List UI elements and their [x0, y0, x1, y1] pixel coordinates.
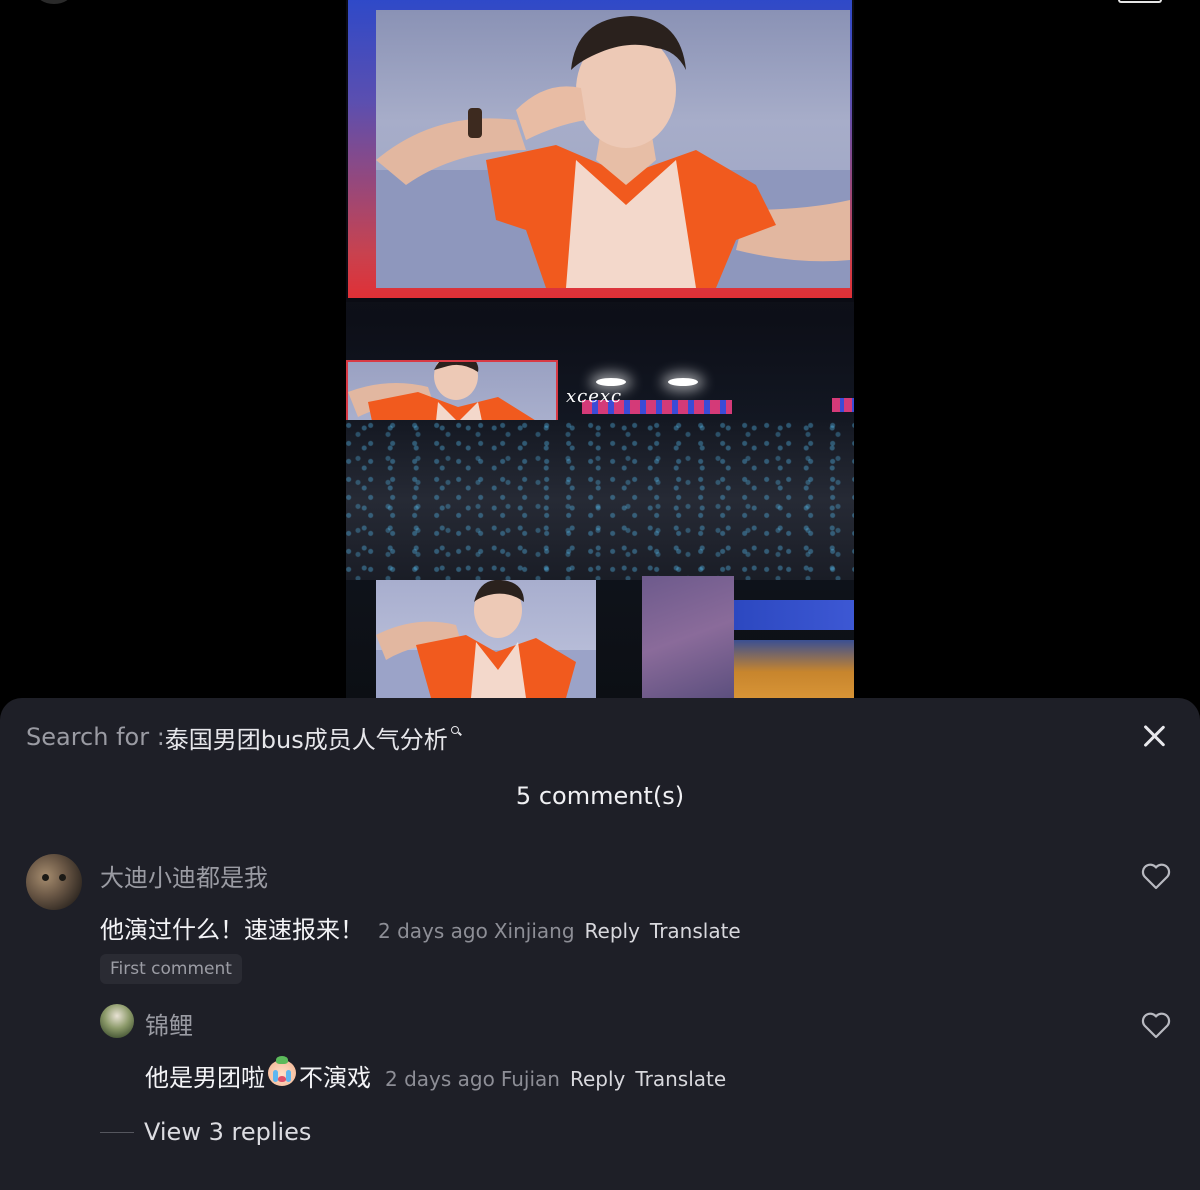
screen: xcexc Search for: 泰国男团bus成员人气分析 5 comme… [0, 0, 1200, 1190]
video-player[interactable]: xcexc [346, 0, 854, 698]
performer-image [376, 16, 850, 288]
search-prefix-label: Search for : [26, 723, 165, 751]
comment-text: 他是男团啦 [145, 1064, 265, 1092]
view-replies-button[interactable]: View 3 replies [100, 1118, 311, 1146]
view-replies-label: View 3 replies [144, 1118, 312, 1146]
like-heart-icon[interactable] [1140, 861, 1172, 891]
avatar[interactable] [100, 1004, 134, 1038]
first-comment-badge: First comment [100, 954, 242, 984]
like-heart-icon[interactable] [1140, 1010, 1172, 1040]
reply-button[interactable]: Reply [570, 1067, 625, 1091]
search-icon [450, 725, 462, 736]
comment-sheet: Search for : 泰国男团bus成员人气分析 5 comment(s) … [0, 698, 1200, 1190]
audience [346, 420, 854, 580]
arena-court [734, 640, 854, 698]
comment-text-continued: 不演戏 [299, 1064, 371, 1092]
crying-face-emoji-icon [267, 1056, 297, 1086]
back-button-fragment[interactable] [36, 0, 72, 4]
comment-timestamp: 2 days ago [378, 919, 488, 943]
reply-button[interactable]: Reply [585, 919, 640, 943]
arena-main-screen [346, 0, 854, 302]
led-board [832, 398, 854, 412]
video-watermark: xcexc [566, 386, 623, 407]
comment-location: Xinjiang [493, 919, 575, 943]
search-query-text[interactable]: 泰国男团bus成员人气分析 [165, 720, 448, 755]
divider [100, 1131, 134, 1133]
comment-username[interactable]: 锦鲤 [145, 1006, 193, 1041]
comment-timestamp: 2 days ago [385, 1067, 495, 1091]
avatar[interactable] [26, 854, 82, 910]
comment-username[interactable]: 大迪小迪都是我 [100, 858, 268, 893]
comment-body: 他是男团啦 不演戏 2 days ago Fujian Reply Transl… [145, 1056, 726, 1093]
close-icon[interactable] [1136, 718, 1172, 754]
translate-button[interactable]: Translate [635, 1067, 726, 1091]
top-right-icon-fragment[interactable] [1118, 0, 1178, 4]
arena-banner [734, 600, 854, 630]
comment-body: 他演过什么！速速报来！ 2 days ago Xinjiang Reply Tr… [100, 910, 741, 945]
arena-display-panel [642, 576, 734, 698]
comment-text: 他演过什么！速速报来！ [100, 916, 364, 944]
translate-button[interactable]: Translate [650, 919, 741, 943]
search-suggestion[interactable]: Search for : 泰国男团bus成员人气分析 [26, 720, 462, 755]
arena-bottom-screen [376, 580, 596, 698]
comment-location: Fujian [500, 1067, 560, 1091]
comment-count-title: 5 comment(s) [515, 782, 685, 810]
